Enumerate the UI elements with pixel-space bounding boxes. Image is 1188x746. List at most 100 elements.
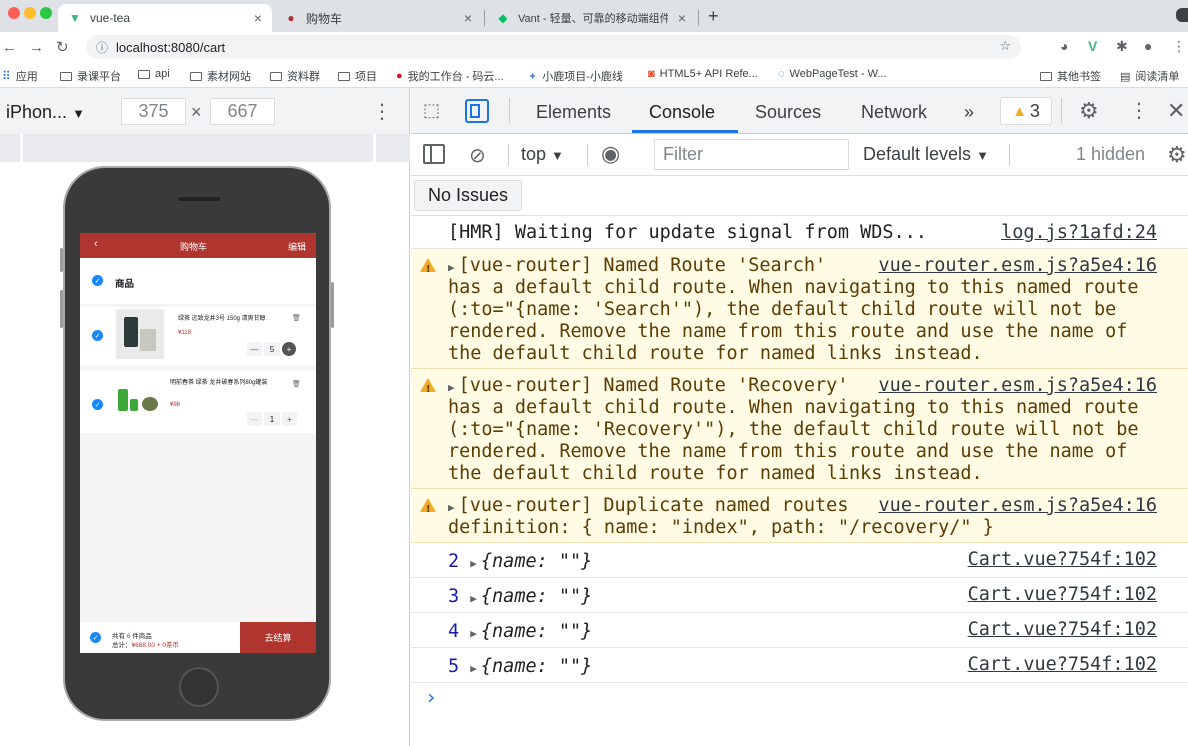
bookmark-folder[interactable]: 项目 xyxy=(338,68,377,84)
check-all-checkbox[interactable]: ✓ xyxy=(92,275,103,286)
message-source-link[interactable]: Cart.vue?754f:102 xyxy=(968,654,1157,676)
message-source-link[interactable]: log.js?1afd:24 xyxy=(1001,222,1157,244)
bookmark-star-icon[interactable]: ☆ xyxy=(999,38,1011,54)
live-expression-eye-icon[interactable]: ◉ xyxy=(601,141,620,167)
close-devtools-icon[interactable]: ✕ xyxy=(1167,98,1185,124)
close-window-button[interactable] xyxy=(8,7,20,19)
console-log-row[interactable]: 3 ▶ {name: ""} Cart.vue?754f:102 xyxy=(411,578,1188,613)
decrease-button[interactable]: — xyxy=(247,412,262,426)
back-arrow-icon[interactable]: ← xyxy=(2,39,17,56)
settings-gear-icon[interactable]: ⚙ xyxy=(1079,98,1099,124)
message-source-link[interactable]: vue-router.esm.js?a5e4:16 xyxy=(879,255,1157,277)
reload-icon[interactable]: ↻ xyxy=(56,38,69,56)
minimize-window-button[interactable] xyxy=(24,7,36,19)
tab-network[interactable]: Network xyxy=(861,102,927,123)
bookmark-webpagetest[interactable]: ◌ WebPageTest - W... xyxy=(778,68,887,80)
message-source-link[interactable]: vue-router.esm.js?a5e4:16 xyxy=(879,375,1157,397)
product-image[interactable] xyxy=(116,377,164,421)
extension-puzzle-icon[interactable]: ◕ xyxy=(1060,38,1068,54)
console-prompt[interactable]: › xyxy=(425,686,437,708)
info-icon[interactable]: ⓘ xyxy=(96,39,108,56)
nav-back-button[interactable]: ‹ xyxy=(94,238,98,250)
quantity-value[interactable]: 1 xyxy=(264,412,280,426)
warnings-badge[interactable]: ▲ 3 xyxy=(1000,97,1052,125)
sidebar-toggle-icon[interactable] xyxy=(423,144,445,164)
message-source-link[interactable]: vue-router.esm.js?a5e4:16 xyxy=(879,495,1157,517)
checkout-button[interactable]: 去结算 xyxy=(240,622,316,653)
expand-triangle-icon[interactable]: ▶ xyxy=(448,501,455,514)
console-message-warning[interactable]: ▶[vue-router] Named Route 'Search' vue-r… xyxy=(411,249,1188,369)
bookmark-folder[interactable]: 素材网站 xyxy=(190,68,251,84)
expand-triangle-icon[interactable]: ▶ xyxy=(448,381,455,394)
expand-triangle-icon[interactable]: ▶ xyxy=(470,557,477,570)
decrease-button[interactable]: — xyxy=(247,342,262,356)
console-message-warning[interactable]: ▶[vue-router] Named Route 'Recovery' vue… xyxy=(411,369,1188,489)
bookmark-apps[interactable]: ⠿ 应用 xyxy=(2,68,38,84)
more-tabs-button[interactable]: » xyxy=(964,102,974,123)
bookmark-folder[interactable]: 资料群 xyxy=(270,68,320,84)
console-filter-input[interactable]: Filter xyxy=(654,139,849,170)
console-log-row[interactable]: 5 ▶ {name: ""} Cart.vue?754f:102 xyxy=(411,648,1188,683)
message-source-link[interactable]: Cart.vue?754f:102 xyxy=(968,619,1157,641)
account-icon[interactable]: ● xyxy=(1144,38,1152,54)
message-source-link[interactable]: Cart.vue?754f:102 xyxy=(968,584,1157,606)
browser-tab-vant[interactable]: ◆ Vant - 轻量、可靠的移动端组件 × xyxy=(486,4,696,32)
product-image[interactable] xyxy=(116,309,164,359)
log-levels-select[interactable]: Default levels ▼ xyxy=(863,144,989,165)
message-source-link[interactable]: Cart.vue?754f:102 xyxy=(968,549,1157,571)
expand-triangle-icon[interactable]: ▶ xyxy=(448,261,455,274)
expand-triangle-icon[interactable]: ▶ xyxy=(470,662,477,675)
browser-tab-vue-tea[interactable]: ▼ vue-tea × xyxy=(58,4,272,32)
device-more-icon[interactable]: ⋮ xyxy=(372,99,392,124)
select-all-checkbox[interactable]: ✓ xyxy=(90,632,101,643)
bookmark-folder[interactable]: api xyxy=(138,68,170,80)
expand-triangle-icon[interactable]: ▶ xyxy=(470,592,477,605)
context-select[interactable]: top ▼ xyxy=(521,144,564,165)
bookmark-other[interactable]: 其他书签 xyxy=(1040,68,1101,84)
quantity-value[interactable]: 5 xyxy=(264,342,280,356)
device-width-input[interactable]: 375 xyxy=(121,98,186,125)
console-log-row[interactable]: 4 ▶ {name: ""} Cart.vue?754f:102 xyxy=(411,613,1188,648)
browser-tab-cart[interactable]: ● 购物车 × xyxy=(274,4,482,32)
close-tab-icon[interactable]: × xyxy=(464,10,472,26)
device-toggle-icon[interactable] xyxy=(465,99,489,123)
console-message-warning[interactable]: ▶[vue-router] Duplicate named routes vue… xyxy=(411,489,1188,543)
tab-elements[interactable]: Elements xyxy=(536,102,611,123)
url-omnibox[interactable]: ⓘ localhost:8080/cart ☆ xyxy=(86,35,1021,59)
item-checkbox[interactable]: ✓ xyxy=(92,399,103,410)
profile-menu-icon[interactable] xyxy=(1176,8,1188,22)
quantity-stepper[interactable]: — 5 + xyxy=(247,342,296,356)
inspect-element-icon[interactable]: ⬚ xyxy=(423,100,445,122)
tab-sources[interactable]: Sources xyxy=(755,102,821,123)
zoom-window-button[interactable] xyxy=(40,7,52,19)
trash-icon[interactable]: 🗑 xyxy=(292,314,301,322)
tab-console[interactable]: Console xyxy=(649,102,715,123)
quantity-stepper[interactable]: — 1 + xyxy=(247,412,297,426)
bookmark-xiaolu[interactable]: ✦ 小鹿项目-小鹿线 xyxy=(528,68,623,84)
extensions-icon[interactable]: ✱ xyxy=(1116,38,1128,55)
new-tab-button[interactable]: + xyxy=(708,6,719,27)
increase-button[interactable]: + xyxy=(282,342,296,356)
increase-button[interactable]: + xyxy=(282,412,297,426)
close-tab-icon[interactable]: × xyxy=(254,10,262,26)
bookmark-folder[interactable]: 录课平台 xyxy=(60,68,121,84)
bookmark-gitee[interactable]: ● 我的工作台 - 码云... xyxy=(396,68,504,84)
vue-devtools-icon[interactable]: V xyxy=(1088,38,1097,54)
edit-button[interactable]: 编辑 xyxy=(288,240,306,253)
close-tab-icon[interactable]: × xyxy=(678,10,686,26)
console-settings-gear-icon[interactable]: ⚙ xyxy=(1167,142,1188,168)
console-message-info[interactable]: [HMR] Waiting for update signal from WDS… xyxy=(411,216,1188,249)
device-select[interactable]: iPhon... ▼ xyxy=(6,102,85,123)
no-issues-button[interactable]: No Issues xyxy=(414,180,522,211)
devtools-more-icon[interactable]: ⋮ xyxy=(1129,98,1149,123)
item-checkbox[interactable]: ✓ xyxy=(92,330,103,341)
bookmark-reading-list[interactable]: ▤ 阅读清单 xyxy=(1120,68,1179,84)
trash-icon[interactable]: 🗑 xyxy=(292,380,301,388)
console-log-row[interactable]: 2 ▶ {name: ""} Cart.vue?754f:102 xyxy=(411,543,1188,578)
forward-arrow-icon[interactable]: → xyxy=(29,39,44,56)
expand-triangle-icon[interactable]: ▶ xyxy=(470,627,477,640)
bookmark-html5[interactable]: ◙ HTML5+ API Refe... xyxy=(648,68,758,80)
device-height-input[interactable]: 667 xyxy=(210,98,275,125)
clear-console-icon[interactable]: ⊘ xyxy=(469,143,486,168)
browser-menu-icon[interactable]: ⋮ xyxy=(1172,38,1186,55)
